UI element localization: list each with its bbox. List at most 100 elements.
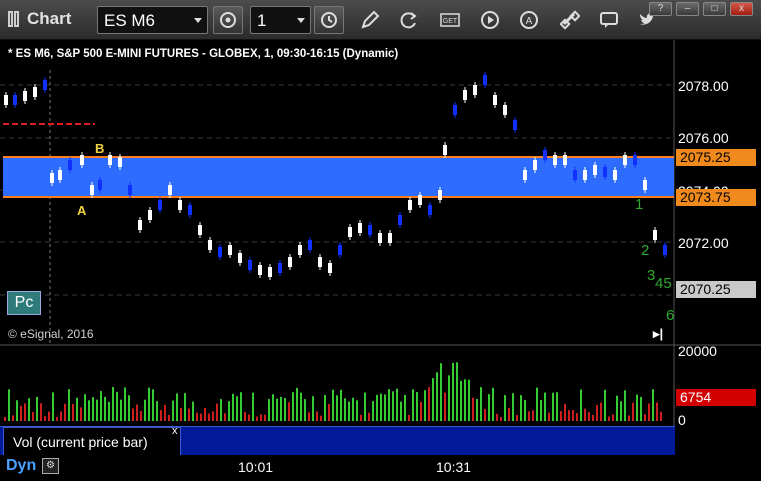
price-tick-label: 2076.00 — [678, 130, 729, 146]
pc-badge[interactable]: Pc — [7, 291, 41, 315]
price-candle — [398, 215, 402, 225]
volume-study-label: Vol (current price bar) — [13, 434, 148, 450]
price-candle — [268, 267, 272, 277]
help-button[interactable]: ? — [649, 2, 672, 16]
price-candle — [543, 150, 547, 160]
price-candle — [90, 185, 94, 195]
chart-title: * ES M6, S&P 500 E-MINI FUTURES - GLOBEX… — [8, 48, 399, 60]
band-upper-price-tag: 2075.25 — [676, 149, 756, 166]
chart-app-icon — [8, 11, 22, 27]
price-candle — [593, 165, 597, 175]
scroll-to-end-icon[interactable]: ▸| — [653, 326, 663, 342]
price-candle — [573, 170, 577, 180]
price-candle — [288, 257, 292, 267]
price-candle — [258, 265, 262, 275]
price-candle — [23, 91, 27, 101]
price-candle — [418, 195, 422, 205]
dynamic-settings-icon[interactable]: ⚙ — [42, 458, 59, 474]
window-title: Chart — [27, 9, 72, 28]
volume-study-tab[interactable]: Vol (current price bar) — [3, 427, 181, 455]
refresh-icon[interactable] — [399, 10, 419, 30]
price-candle — [80, 155, 84, 165]
price-candle — [443, 145, 447, 155]
minimize-button[interactable]: – — [676, 2, 699, 16]
symbol-settings-button[interactable] — [213, 6, 243, 34]
interval-input[interactable]: 1 — [250, 6, 311, 34]
price-candle — [298, 245, 302, 255]
price-candle — [278, 263, 282, 273]
price-candle — [378, 233, 382, 243]
current-volume-tag: 6754 — [676, 389, 756, 406]
price-candle — [388, 233, 392, 243]
symbol-input[interactable]: ES M6 — [97, 6, 208, 34]
price-candle — [358, 223, 362, 233]
maximize-button[interactable]: □ — [703, 2, 726, 16]
chevron-down-icon[interactable] — [194, 18, 202, 23]
price-candle — [128, 185, 132, 195]
price-candle — [523, 170, 527, 180]
time-tick-label: 10:31 — [436, 459, 472, 475]
price-candle — [43, 80, 47, 90]
link-icon[interactable] — [560, 10, 580, 30]
pencil-icon[interactable] — [360, 10, 380, 30]
count-label-45: 45 — [655, 275, 672, 292]
price-tick-label: 2078.00 — [678, 78, 729, 94]
label-a: A — [77, 203, 87, 218]
price-candle — [178, 200, 182, 210]
price-candle — [138, 220, 142, 230]
price-candle — [368, 225, 372, 235]
price-candle — [603, 167, 607, 177]
watermark: © eSignal, 2016 — [8, 327, 94, 341]
count-label-6: 6 — [666, 307, 675, 324]
price-candle — [208, 240, 212, 250]
comment-icon[interactable] — [599, 10, 619, 30]
price-candle — [533, 160, 537, 170]
price-candle — [248, 260, 252, 270]
price-candle — [563, 155, 567, 165]
label-b: B — [95, 141, 105, 156]
price-tick-label: 2072.00 — [678, 235, 729, 251]
symbol-value: ES M6 — [104, 11, 156, 30]
interval-clock-button[interactable] — [314, 6, 344, 34]
price-candle — [158, 200, 162, 210]
close-study-icon[interactable]: x — [172, 425, 178, 437]
chevron-down-icon[interactable] — [297, 18, 305, 23]
price-candle — [633, 155, 637, 165]
play-icon[interactable] — [480, 10, 500, 30]
price-candle — [503, 105, 507, 115]
price-candle — [4, 95, 8, 105]
price-candle — [98, 180, 102, 190]
svg-text:GET: GET — [443, 18, 458, 25]
price-candle — [13, 95, 17, 105]
price-candle — [108, 155, 112, 165]
last-price-tag: 2070.25 — [676, 281, 756, 298]
get-data-icon[interactable]: GET — [440, 10, 460, 30]
price-candle — [218, 247, 222, 257]
price-candle — [493, 95, 497, 105]
dynamic-mode-label[interactable]: Dyn — [6, 457, 36, 475]
gear-icon — [220, 12, 236, 28]
price-candle — [168, 185, 172, 195]
interval-value: 1 — [257, 11, 267, 30]
price-candle — [198, 225, 202, 235]
volume-tick-label: 0 — [678, 412, 686, 428]
price-candle — [583, 170, 587, 180]
price-candle — [473, 85, 477, 95]
price-candle — [663, 245, 667, 255]
band-lower-price-tag: 2073.75 — [676, 189, 756, 206]
price-candle — [553, 155, 557, 165]
time-tick-label: 10:01 — [238, 459, 274, 475]
clock-icon — [321, 12, 337, 28]
price-candle — [308, 240, 312, 250]
price-candle — [613, 170, 617, 180]
alert-icon[interactable]: A — [519, 10, 539, 30]
price-candle — [318, 257, 322, 267]
price-candle — [148, 210, 152, 220]
price-chart[interactable] — [0, 40, 761, 481]
price-candle — [338, 245, 342, 255]
price-candle — [428, 205, 432, 215]
price-candle — [58, 170, 62, 180]
close-button[interactable]: x — [730, 2, 753, 16]
price-candle — [238, 253, 242, 263]
price-candle — [328, 263, 332, 273]
